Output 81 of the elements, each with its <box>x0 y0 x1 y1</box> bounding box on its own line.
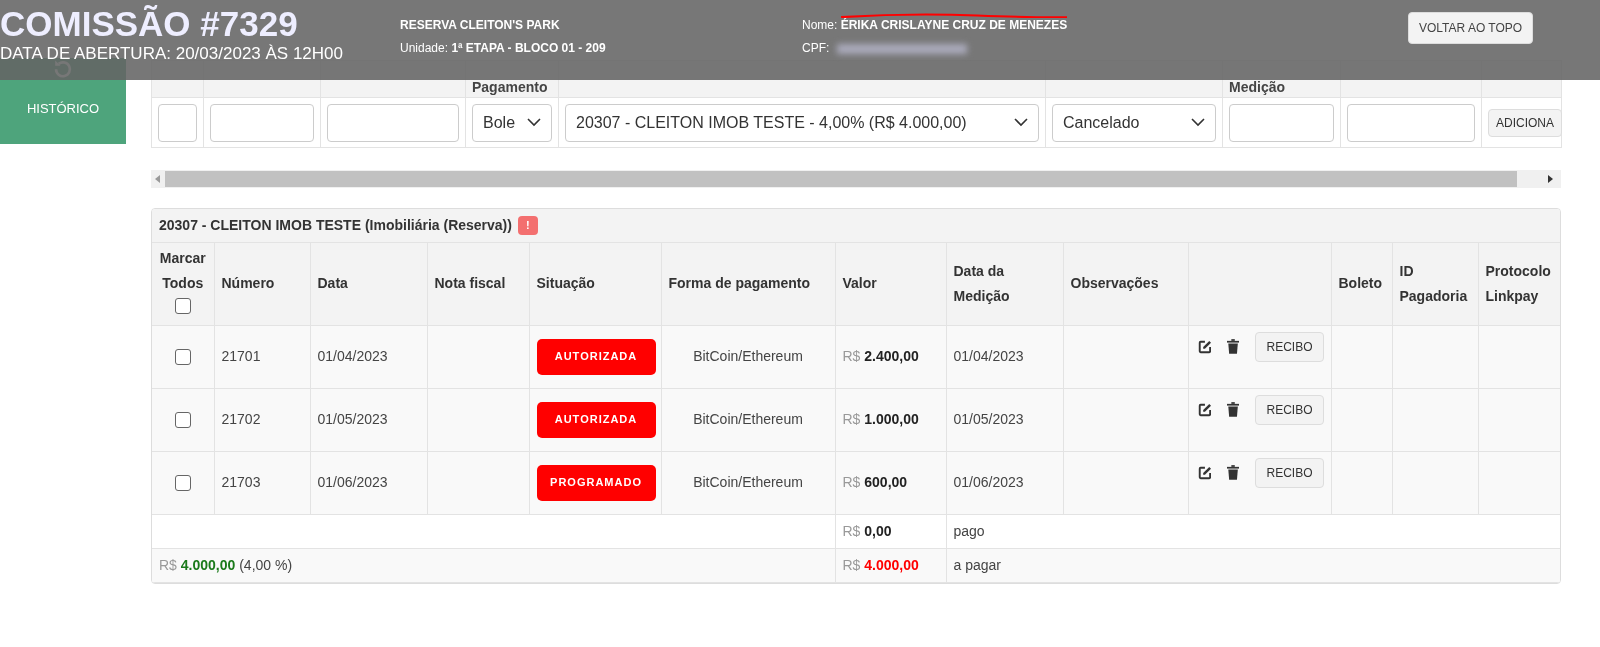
trash-icon[interactable] <box>1227 401 1240 418</box>
select-field[interactable]: 20307 - CLEITON IMOB TESTE - 4,00% (R$ 4.000,00) <box>565 103 1039 142</box>
table-cell: 01/06/2023 <box>317 474 388 490</box>
caret-icon <box>527 118 541 127</box>
add-button[interactable]: ADICIONA <box>1488 108 1562 137</box>
input-field[interactable] <box>1229 103 1334 142</box>
table-cell: 01/04/2023 <box>953 348 1024 364</box>
card-title: 20307 - CLEITON IMOB TESTE (Imobiliária (Reserva)) <box>159 216 512 235</box>
back-to-top-button[interactable]: VOLTAR AO TOPO <box>1408 12 1534 44</box>
currency-label: R$ <box>842 556 861 573</box>
select-all-checkbox[interactable] <box>174 297 191 314</box>
column-header: Forma de pagamento <box>668 275 811 292</box>
status-badge: PROGRAMADO <box>536 464 656 501</box>
column-header: Pagamento <box>472 79 548 95</box>
unit-value: 1ª ETAPA - BLOCO 01 - 209 <box>451 41 606 55</box>
column-header: Data <box>317 275 348 292</box>
total-amount: 4.000,00 <box>864 556 919 573</box>
receipt-button[interactable]: RECIBO <box>1255 331 1324 362</box>
row-checkbox[interactable] <box>174 349 191 366</box>
edit-icon[interactable] <box>1197 464 1212 481</box>
column-header: Situação <box>536 275 595 292</box>
horizontal-scrollbar[interactable] <box>151 170 1561 188</box>
edit-icon[interactable] <box>1197 401 1212 418</box>
receipt-button[interactable]: RECIBO <box>1255 457 1324 488</box>
input-field[interactable] <box>327 103 459 142</box>
page-title: COMISSÃO #7329 <box>0 4 299 44</box>
total-amount: 0,00 <box>864 522 892 539</box>
field-label: Nome: <box>802 18 838 32</box>
currency-label: R$ <box>159 556 177 573</box>
reserve-name: RESERVA CLEITON'S PARK <box>400 17 561 34</box>
edit-icon[interactable] <box>1197 338 1212 355</box>
status-badge: AUTORIZADA <box>536 338 656 375</box>
select-field[interactable]: Cancelado <box>1052 103 1216 142</box>
trash-icon[interactable] <box>1227 464 1240 481</box>
table-cell: 01/05/2023 <box>317 411 388 427</box>
table-cell: BitCoin/Ethereum <box>693 348 803 364</box>
table-cell: 01/06/2023 <box>953 474 1024 490</box>
total-label: pago <box>953 522 985 539</box>
column-header: Valor <box>842 275 877 292</box>
column-header: ID Pagadoria <box>1399 262 1468 304</box>
input-field[interactable] <box>1347 103 1475 142</box>
table-cell: BitCoin/Ethereum <box>693 411 803 427</box>
total-amount: 4.000,00 <box>180 556 236 573</box>
currency-label: R$ <box>842 522 861 539</box>
table-cell: 21702 <box>221 411 261 427</box>
caret-icon <box>1014 118 1028 127</box>
field-label: Unidade: <box>400 41 449 55</box>
currency-label: R$ <box>842 474 861 490</box>
caret-icon <box>1191 118 1205 127</box>
column-header: Nota fiscal <box>434 275 506 292</box>
column-header: Protocolo Linkpay <box>1485 262 1551 304</box>
table-cell: 01/05/2023 <box>953 411 1024 427</box>
table-cell: 21701 <box>221 348 261 364</box>
column-header: Data da Medição <box>953 262 1010 304</box>
column-header: Marcar Todos <box>159 248 207 293</box>
input-field[interactable] <box>158 103 197 142</box>
amount-value: 1.000,00 <box>864 411 919 427</box>
table-cell: 01/04/2023 <box>317 348 388 364</box>
table-cell: 21703 <box>221 474 261 490</box>
alert-badge: ! <box>517 216 538 235</box>
currency-label: R$ <box>842 411 861 427</box>
input-field[interactable] <box>210 103 314 142</box>
client-name: ÉRIKA CRISLAYNE CRUZ DE MENEZES <box>840 18 1068 32</box>
table-cell: BitCoin/Ethereum <box>693 474 803 490</box>
row-checkbox[interactable] <box>174 475 191 492</box>
row-checkbox[interactable] <box>174 412 191 429</box>
select-field[interactable]: Bole <box>472 103 552 142</box>
amount-value: 600,00 <box>864 474 908 490</box>
trash-icon[interactable] <box>1227 338 1240 355</box>
column-header: Boleto <box>1338 275 1383 292</box>
total-label: a pagar <box>953 556 1001 573</box>
status-badge: AUTORIZADA <box>536 401 656 438</box>
field-label: CPF: <box>802 41 830 55</box>
column-header: Observações <box>1070 275 1159 292</box>
column-header: Número <box>221 275 275 292</box>
receipt-button[interactable]: RECIBO <box>1255 394 1324 425</box>
percent-label: (4,00 %) <box>239 556 293 573</box>
amount-value: 2.400,00 <box>864 348 919 364</box>
column-header: Medição <box>1229 79 1285 95</box>
currency-label: R$ <box>842 348 861 364</box>
scroll-right-icon[interactable] <box>1547 175 1553 183</box>
